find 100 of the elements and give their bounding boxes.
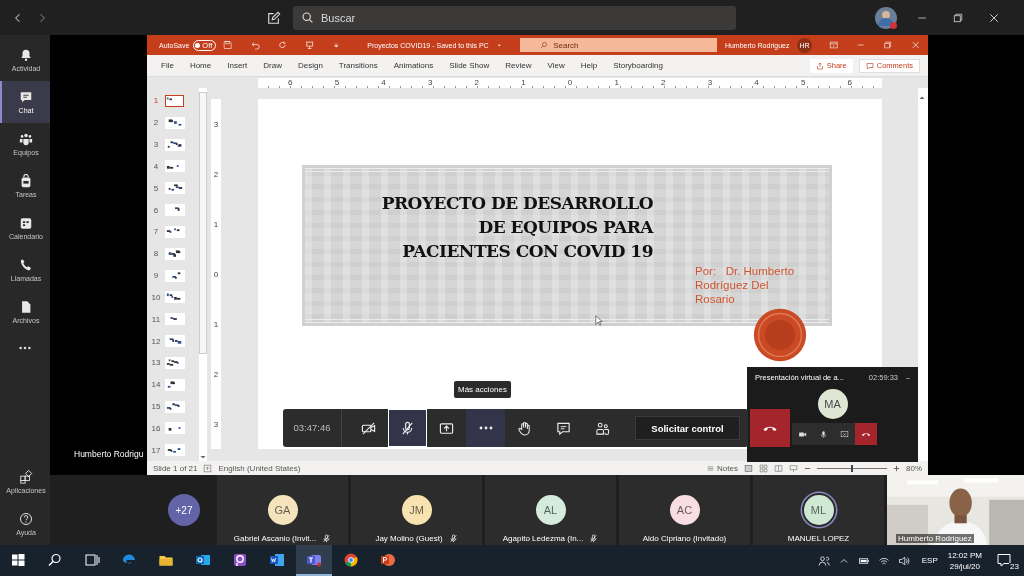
slide-number: 13: [150, 358, 162, 368]
ribbon-tab[interactable]: Help: [572, 61, 606, 70]
avatar: AL: [535, 495, 566, 525]
start-icon: [10, 551, 26, 568]
avatar[interactable]: [874, 5, 898, 30]
participant-name: Agapito Ledezma (In...: [502, 534, 584, 543]
clock[interactable]: 12:02 PM 29/jul/20: [947, 549, 982, 572]
ribbon-tab[interactable]: Transitions: [330, 61, 386, 70]
ribbon-tab[interactable]: Storyboarding: [605, 61, 671, 70]
restore-icon[interactable]: [952, 11, 964, 24]
zoom-in-icon[interactable]: [893, 464, 900, 472]
language-label[interactable]: English (United States): [218, 463, 301, 473]
input-language[interactable]: ESP: [921, 556, 938, 565]
restore-icon[interactable]: [883, 40, 893, 50]
calendar-icon: [19, 216, 33, 230]
notification-icon[interactable]: [996, 551, 1012, 568]
ribbon-tab[interactable]: Draw: [255, 61, 290, 70]
round-emblem: [752, 307, 808, 363]
ribbon-tab[interactable]: File: [153, 61, 182, 70]
slide-number: 14: [150, 380, 162, 390]
slide-number: 7: [152, 227, 160, 237]
presentation-app-icon: [380, 551, 396, 568]
participant-name: Humberto Rodriguez: [896, 534, 974, 543]
phone-icon: [19, 258, 33, 272]
redo-icon[interactable]: [277, 40, 288, 50]
participant-name: Gabriel Ascanio (Invit...: [233, 534, 317, 543]
slide-number: 5: [152, 183, 160, 193]
presentation-icon[interactable]: [305, 40, 315, 50]
bubble-icon: [556, 420, 571, 436]
help-icon: [19, 512, 33, 526]
zoom-level[interactable]: 80%: [906, 463, 922, 473]
normal-view-icon[interactable]: [744, 463, 753, 473]
search-icon: [301, 11, 314, 24]
slide-number: 2: [152, 118, 160, 128]
tooltip: Más acciones: [454, 381, 511, 398]
share-icon: [815, 61, 824, 70]
ribbon-tab[interactable]: Home: [181, 61, 220, 70]
bell-icon: [19, 48, 33, 62]
notes-icon: [706, 463, 716, 473]
avatar: JM: [401, 495, 432, 525]
avatar: GA: [267, 495, 298, 525]
presenter-name: Humberto Rodrigu: [74, 449, 144, 459]
search-field[interactable]: Buscar: [293, 5, 736, 30]
ruler: 6 5 4 3 2 1 0 1 2 3 4 5 6: [258, 78, 882, 88]
ribbon-tab[interactable]: View: [539, 61, 573, 70]
chat-icon: [19, 90, 33, 104]
apps-icon: [19, 470, 33, 484]
slide-number: 1: [152, 96, 160, 106]
slide-number: 16: [150, 423, 162, 433]
avatar: MA: [817, 389, 848, 419]
avatar: ML: [803, 495, 834, 525]
mic-off-button[interactable]: [388, 409, 427, 447]
slide-number: 4: [152, 161, 160, 171]
slide-title: PROYECTO DE DESARROLLO DE EQUIPOS PARA PACIENTES CON COVID 19: [380, 192, 653, 263]
notes-button[interactable]: Notes: [706, 463, 738, 473]
microphone-icon[interactable]: [819, 429, 828, 439]
slide-thumbnail[interactable]: [165, 94, 184, 107]
search-field[interactable]: Search: [520, 38, 717, 52]
slide-number: 6: [152, 205, 160, 215]
search-icon: [540, 41, 549, 49]
hang-up-button[interactable]: [855, 423, 877, 445]
slide-subtitle: Por: Dr. Humberto Rodríguez Del Rosario: [695, 264, 795, 307]
ribbon-tab[interactable]: Insert: [219, 61, 256, 70]
avatar: AC: [669, 495, 700, 525]
stop-sharing-icon[interactable]: [840, 429, 849, 439]
call-timer: 03:47:46: [283, 409, 342, 447]
people-icon: [595, 420, 610, 436]
slide-number: 15: [150, 402, 162, 411]
app-icon: [232, 551, 248, 568]
cursor-icon: [595, 315, 603, 326]
compose-icon[interactable]: [267, 10, 281, 25]
ribbon-tab[interactable]: Review: [497, 61, 540, 70]
hand-icon: [517, 420, 532, 436]
people-icon[interactable]: [817, 554, 830, 567]
slide-number: 3: [152, 140, 160, 150]
save-icon[interactable]: [223, 40, 233, 50]
task-view-icon: [84, 551, 100, 568]
volume-icon[interactable]: [897, 554, 910, 567]
request-control-button[interactable]: Solicitar control: [635, 416, 740, 440]
ribbon-display-icon[interactable]: [828, 40, 838, 50]
chat-app-button[interactable]: [296, 545, 332, 576]
slide-number: 11: [150, 314, 162, 324]
camera-off-icon: [361, 420, 376, 436]
accessibility-icon[interactable]: [203, 463, 213, 473]
undo-icon[interactable]: [250, 40, 260, 50]
customize-icon[interactable]: [332, 41, 340, 49]
scroll-down-icon[interactable]: [199, 453, 207, 461]
ribbon-tab[interactable]: Animations: [385, 61, 442, 70]
teams-icon: [19, 132, 33, 146]
slide-number: 9: [152, 271, 160, 281]
slide-counter: Slide 1 of 21: [153, 463, 198, 473]
ribbon-tab[interactable]: Design: [289, 61, 331, 70]
ribbon-tab[interactable]: Slide Show: [441, 61, 498, 70]
scroll-up-icon[interactable]: [918, 94, 926, 102]
search-icon: [47, 551, 63, 568]
mic-off-icon: [400, 420, 415, 436]
more-participants-button[interactable]: +27: [168, 494, 200, 526]
slide-number: 10: [150, 292, 162, 302]
document-app-icon: [269, 551, 285, 568]
close-icon[interactable]: [988, 11, 1000, 24]
